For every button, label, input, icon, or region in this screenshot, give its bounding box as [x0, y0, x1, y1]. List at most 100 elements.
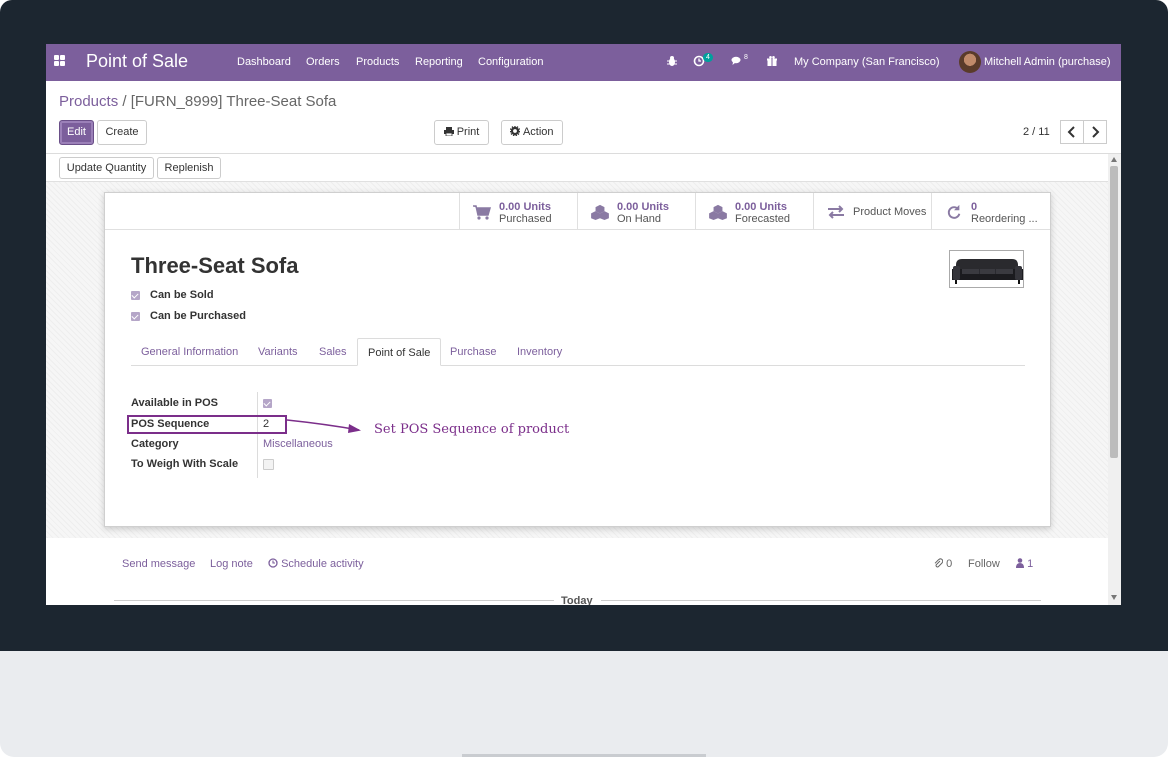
chevron-right-icon [1092, 126, 1100, 138]
scrollbar-thumb[interactable] [1110, 166, 1118, 458]
can-be-purchased-checkbox[interactable] [131, 311, 140, 321]
breadcrumb-separator: / [122, 93, 127, 110]
chevron-left-icon [1067, 126, 1075, 138]
clock-icon [268, 558, 278, 568]
reordering-smart-button[interactable]: 0 Reordering ... [931, 193, 1051, 230]
tab-sales[interactable]: Sales [309, 338, 357, 366]
user-menu[interactable]: Mitchell Admin (purchase) [984, 56, 1111, 68]
to-weigh-with-scale-checkbox[interactable] [263, 458, 274, 470]
tab-general-information[interactable]: General Information [131, 338, 248, 366]
pager-previous-button[interactable] [1060, 120, 1084, 144]
log-note-button[interactable]: Log note [210, 558, 253, 570]
pager-value: 2 / 11 [1023, 126, 1050, 138]
top-navbar: Point of Sale Dashboard Orders Products … [46, 44, 1121, 81]
create-button-label: Create [105, 126, 139, 138]
send-message-button[interactable]: Send message [122, 558, 195, 570]
follow-button[interactable]: Follow [968, 558, 1000, 570]
purchased-label: Purchased [499, 213, 552, 225]
chatter-panel: Send message Log note Schedule activity … [46, 538, 1108, 605]
followers-count: 1 [1027, 558, 1034, 570]
product-image[interactable] [949, 250, 1024, 288]
can-be-sold-checkbox[interactable] [131, 290, 140, 300]
scroll-down-arrow-icon[interactable] [1111, 595, 1117, 600]
activity-count-badge: 4 [703, 53, 713, 62]
replenish-button[interactable]: Replenish [157, 157, 221, 179]
cubes-icon [709, 204, 727, 220]
can-be-purchased-checkbox-row[interactable]: Can be Purchased [131, 310, 246, 322]
onhand-smart-button[interactable]: 0.00 Units On Hand [577, 193, 695, 230]
print-button-label: Print [456, 126, 480, 138]
can-be-sold-checkbox-row[interactable]: Can be Sold [131, 289, 214, 301]
to-weigh-with-scale-label: To Weigh With Scale [131, 458, 239, 470]
onhand-label: On Hand [617, 213, 662, 225]
device-base [0, 651, 1168, 757]
update-quantity-button[interactable]: Update Quantity [59, 157, 154, 179]
category-link[interactable]: Miscellaneous [263, 438, 333, 450]
form-tabs: General Information Variants Sales Point… [131, 338, 1025, 366]
product-name[interactable]: Three-Seat Sofa [131, 253, 299, 279]
tab-variants[interactable]: Variants [248, 338, 308, 366]
refresh-icon [947, 204, 961, 219]
debug-bug-icon[interactable] [666, 55, 678, 67]
today-divider-left [114, 600, 554, 601]
annotation-arrow-icon [286, 419, 361, 433]
menu-products[interactable]: Products [356, 56, 399, 68]
reordering-value: 0 [971, 201, 978, 213]
create-button[interactable]: Create [97, 120, 147, 145]
available-in-pos-label: Available in POS [131, 397, 219, 409]
purchased-value: 0.00 Units [499, 201, 551, 213]
can-be-sold-label: Can be Sold [150, 289, 214, 301]
action-button[interactable]: Action [501, 120, 563, 145]
vertical-scrollbar[interactable] [1108, 154, 1121, 605]
form-statusbar: Update Quantity Replenish [46, 154, 1108, 182]
apps-menu-icon[interactable] [54, 55, 66, 67]
to-weigh-with-scale-checkbox-wrap[interactable] [263, 458, 284, 470]
breadcrumb-products-link[interactable]: Products [59, 93, 118, 110]
followers-button[interactable]: 1 [1016, 558, 1033, 570]
tab-point-of-sale[interactable]: Point of Sale [357, 338, 442, 366]
print-button[interactable]: Print [434, 120, 489, 145]
smart-buttons-row: 0.00 Units Purchased 0.00 Units On Hand … [105, 193, 1050, 230]
scroll-up-arrow-icon[interactable] [1111, 157, 1117, 162]
forecasted-smart-button[interactable]: 0.00 Units Forecasted [695, 193, 813, 230]
user-icon [1016, 558, 1024, 568]
action-button-label: Action [522, 126, 554, 138]
available-in-pos-checkbox-wrap[interactable] [263, 397, 282, 409]
product-form-sheet: 0.00 Units Purchased 0.00 Units On Hand … [104, 192, 1051, 527]
product-moves-label: Product Moves [853, 206, 927, 218]
annotation-text: Set POS Sequence of product [374, 422, 570, 437]
purchased-smart-button[interactable]: 0.00 Units Purchased [459, 193, 577, 230]
user-avatar[interactable] [959, 51, 981, 73]
pager-next-button[interactable] [1083, 120, 1107, 144]
breadcrumb: Products / [FURN_8999] Three-Seat Sofa [59, 93, 336, 110]
schedule-activity-label: Schedule activity [281, 558, 364, 570]
gear-icon [510, 125, 521, 137]
attachments-button[interactable]: 0 [934, 558, 952, 570]
attachments-count: 0 [946, 558, 953, 570]
cubes-icon [591, 204, 609, 220]
field-separator [257, 392, 258, 478]
menu-orders[interactable]: Orders [306, 56, 340, 68]
can-be-purchased-label: Can be Purchased [150, 310, 246, 322]
schedule-activity-button[interactable]: Schedule activity [268, 558, 364, 570]
menu-reporting[interactable]: Reporting [415, 56, 463, 68]
product-moves-smart-button[interactable]: Product Moves [813, 193, 931, 230]
exchange-arrows-icon [828, 205, 844, 219]
today-divider-right [601, 600, 1041, 601]
shopping-cart-icon [473, 205, 491, 220]
forecasted-label: Forecasted [735, 213, 791, 225]
tab-purchase[interactable]: Purchase [440, 338, 506, 366]
company-switcher[interactable]: My Company (San Francisco) [794, 56, 940, 68]
sofa-image [952, 259, 1023, 284]
gift-icon[interactable] [766, 55, 778, 67]
onhand-value: 0.00 Units [617, 201, 669, 213]
menu-configuration[interactable]: Configuration [478, 56, 543, 68]
app-screen: Point of Sale Dashboard Orders Products … [46, 44, 1121, 605]
edit-button[interactable]: Edit [59, 120, 94, 145]
reordering-label: Reordering ... [971, 213, 1038, 225]
forecasted-value: 0.00 Units [735, 201, 787, 213]
available-in-pos-checkbox[interactable] [263, 398, 272, 408]
tab-inventory[interactable]: Inventory [507, 338, 572, 366]
print-icon [443, 127, 454, 137]
menu-dashboard[interactable]: Dashboard [237, 56, 291, 68]
